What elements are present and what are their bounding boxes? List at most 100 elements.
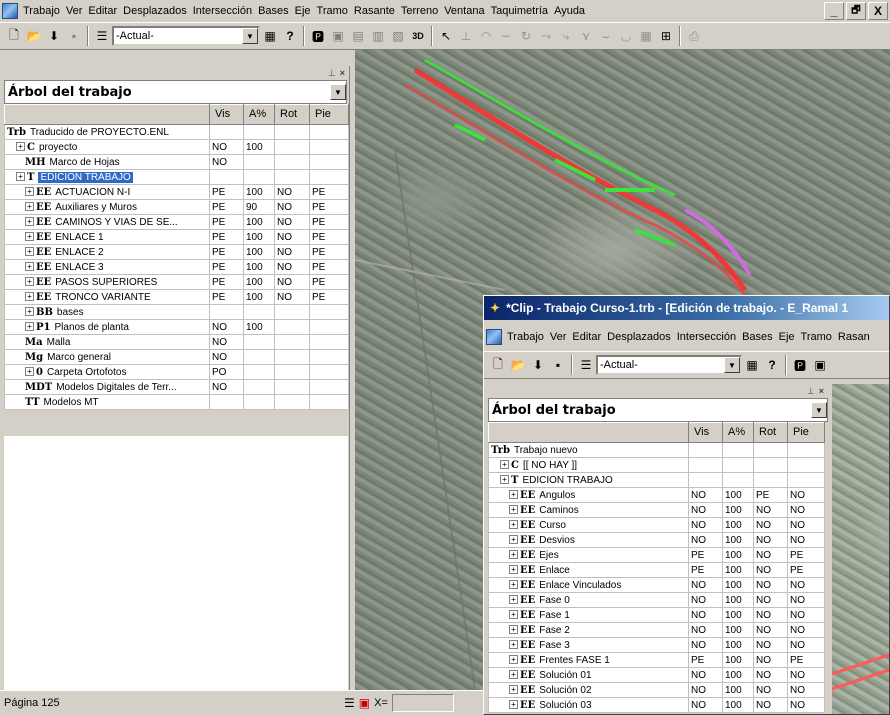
tree-row[interactable]: + EE Desvios NO 100 NO NO <box>488 532 825 548</box>
cell-pie[interactable] <box>309 349 349 365</box>
cell-pie[interactable]: PE <box>309 259 349 275</box>
expand-icon[interactable]: + <box>509 580 518 590</box>
column-header[interactable]: Pie <box>787 422 825 443</box>
tree-row[interactable]: + EE Auxiliares y Muros PE 90 NO PE <box>4 199 349 215</box>
cell-vis[interactable]: NO <box>688 622 723 638</box>
tree-row[interactable]: + EE TRONCO VARIANTE PE 100 NO PE <box>4 289 349 305</box>
main-menu-item[interactable]: Bases <box>255 2 292 20</box>
tree-row[interactable]: + EE Fase 2 NO 100 NO NO <box>488 622 825 638</box>
tree-row[interactable]: + EE Fase 0 NO 100 NO NO <box>488 592 825 608</box>
cell-vis[interactable] <box>688 457 723 473</box>
cell-a[interactable]: 100 <box>722 697 754 713</box>
cell-rot[interactable]: NO <box>274 289 310 305</box>
tree-row[interactable]: + EE Caminos NO 100 NO NO <box>488 502 825 518</box>
expand-icon[interactable]: + <box>509 505 518 515</box>
cell-a[interactable] <box>243 364 275 380</box>
cell-rot[interactable]: NO <box>753 607 788 623</box>
cell-rot[interactable]: NO <box>753 652 788 668</box>
cell-vis[interactable] <box>688 472 723 488</box>
cell-rot[interactable]: NO <box>753 682 788 698</box>
expand-icon[interactable]: + <box>25 322 34 332</box>
expand-icon[interactable]: + <box>509 625 518 635</box>
open-folder-icon[interactable]: 📂 <box>24 26 44 46</box>
tree-row[interactable]: + EE Enlace PE 100 NO PE <box>488 562 825 578</box>
child-menu-item[interactable]: Trabajo <box>504 328 547 346</box>
align-icon[interactable]: ⊥ <box>456 26 476 46</box>
cell-a[interactable] <box>722 442 754 458</box>
download-icon[interactable]: ⬇ <box>44 26 64 46</box>
cell-vis[interactable]: PO <box>209 364 244 380</box>
cell-a[interactable]: 100 <box>243 139 275 155</box>
table-icon[interactable]: ▦ <box>636 26 656 46</box>
expand-icon[interactable]: + <box>25 247 34 257</box>
cell-vis[interactable]: PE <box>209 259 244 275</box>
cell-pie[interactable]: PE <box>309 214 349 230</box>
cell-a[interactable] <box>243 304 275 320</box>
cell-a[interactable] <box>722 472 754 488</box>
tree-row[interactable]: Trb Trabajo nuevo <box>488 442 825 458</box>
cell-vis[interactable]: NO <box>209 334 244 350</box>
cell-a[interactable] <box>243 394 275 410</box>
tree-row[interactable]: + EE Enlace Vinculados NO 100 NO NO <box>488 577 825 593</box>
layer-combo[interactable]: -Actual- ▼ <box>112 26 260 46</box>
column-header[interactable]: Vis <box>688 422 723 443</box>
cell-pie[interactable]: NO <box>787 532 825 548</box>
expand-icon[interactable]: + <box>509 700 518 710</box>
cell-a[interactable]: 100 <box>722 502 754 518</box>
cell-vis[interactable]: NO <box>688 607 723 623</box>
cell-pie[interactable] <box>309 169 349 185</box>
cell-a[interactable]: 100 <box>243 289 275 305</box>
cell-vis[interactable]: NO <box>209 139 244 155</box>
expand-icon[interactable]: + <box>509 670 518 680</box>
tree-row[interactable]: TT Modelos MT <box>4 394 349 410</box>
cell-pie[interactable]: NO <box>787 697 825 713</box>
arc-icon[interactable]: ◠ <box>476 26 496 46</box>
column-header[interactable]: Rot <box>753 422 788 443</box>
cell-pie[interactable] <box>787 472 825 488</box>
cell-vis[interactable]: PE <box>688 652 723 668</box>
child-map-view[interactable] <box>831 384 889 714</box>
cell-pie[interactable]: PE <box>309 199 349 215</box>
tree-row[interactable]: + EE ENLACE 2 PE 100 NO PE <box>4 244 349 260</box>
save-icon[interactable]: ▪ <box>64 26 84 46</box>
curve2-icon[interactable]: ◡ <box>616 26 636 46</box>
cell-a[interactable] <box>243 349 275 365</box>
cell-rot[interactable] <box>753 457 788 473</box>
expand-icon[interactable]: + <box>25 202 34 212</box>
cell-rot[interactable]: NO <box>274 274 310 290</box>
cell-rot[interactable] <box>274 349 310 365</box>
cell-vis[interactable]: NO <box>209 379 244 395</box>
print-icon[interactable]: ⎙ <box>684 26 704 46</box>
tree-row[interactable]: + EE Ejes PE 100 NO PE <box>488 547 825 563</box>
minimize-icon[interactable]: _ <box>824 2 844 20</box>
expand-icon[interactable]: + <box>25 262 34 272</box>
cell-rot[interactable]: NO <box>753 517 788 533</box>
main-menu-item[interactable]: Taquimetría <box>488 2 551 20</box>
cell-rot[interactable]: NO <box>753 562 788 578</box>
tree-row[interactable]: Trb Traducido de PROYECTO.ENL <box>4 124 349 140</box>
child-menu-item[interactable]: Desplazados <box>604 328 674 346</box>
insert-icon[interactable]: ⊞ <box>656 26 676 46</box>
cell-a[interactable]: 100 <box>243 244 275 260</box>
tree-row[interactable]: + EE Frentes FASE 1 PE 100 NO PE <box>488 652 825 668</box>
plan-view-icon[interactable]: 🅿 <box>308 26 328 46</box>
cell-vis[interactable]: PE <box>209 229 244 245</box>
tree-row[interactable]: + EE Fase 1 NO 100 NO NO <box>488 607 825 623</box>
tree-row[interactable]: + C[[ NO HAY ]] <box>488 457 825 473</box>
cell-vis[interactable]: NO <box>688 682 723 698</box>
download-icon[interactable]: ⬇ <box>528 355 548 375</box>
cell-vis[interactable]: NO <box>688 517 723 533</box>
tree-row[interactable]: + EE ENLACE 3 PE 100 NO PE <box>4 259 349 275</box>
child-menu-item[interactable]: Rasan <box>835 328 873 346</box>
layer-properties-icon[interactable]: ▦ <box>742 355 762 375</box>
cell-vis[interactable] <box>209 169 244 185</box>
cell-pie[interactable]: PE <box>787 547 825 563</box>
cell-pie[interactable]: NO <box>787 607 825 623</box>
tree-title-dropdown[interactable]: ▼ <box>328 82 346 102</box>
cursor-icon[interactable]: ↖ <box>436 26 456 46</box>
profile-view-icon[interactable]: ▣ <box>328 26 348 46</box>
child-menu-item[interactable]: Eje <box>776 328 798 346</box>
cell-pie[interactable] <box>309 319 349 335</box>
chevron-down-icon[interactable]: ▼ <box>811 402 827 418</box>
cell-pie[interactable]: NO <box>787 517 825 533</box>
